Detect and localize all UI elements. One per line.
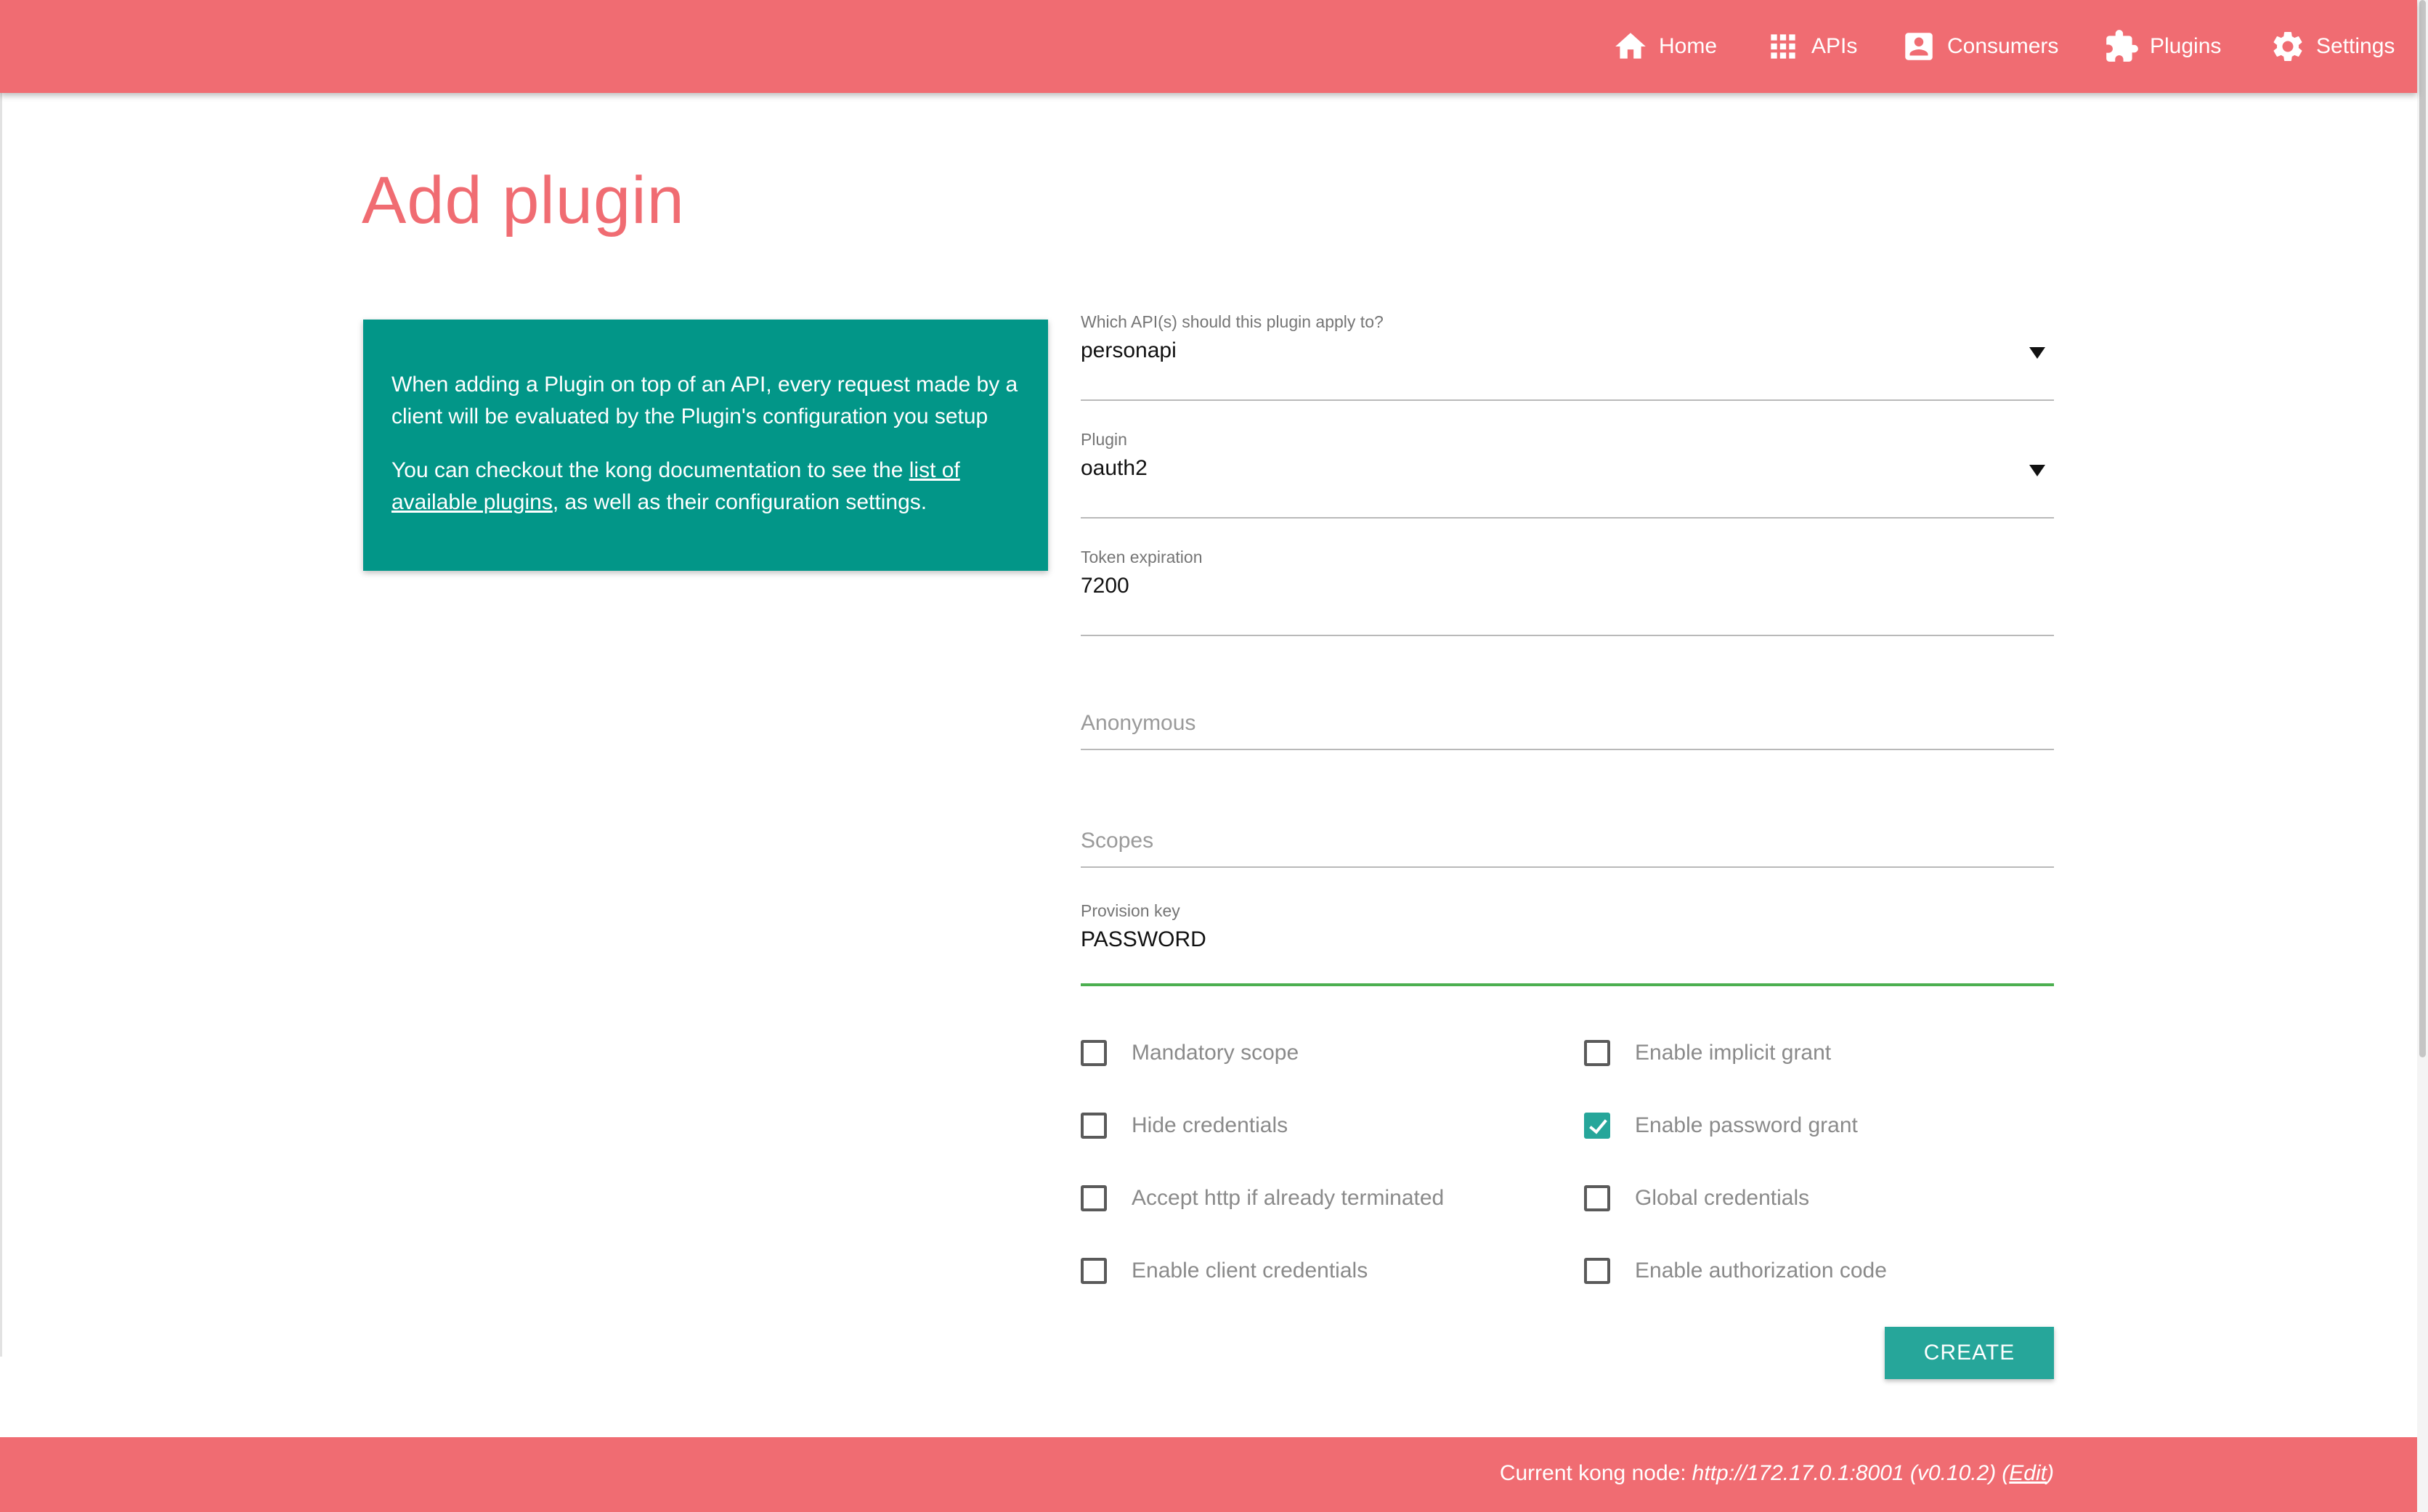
nav-apis-label: APIs — [1811, 34, 1858, 58]
account-box-icon — [1905, 33, 1933, 60]
footer-node-info: Current kong node: http://172.17.0.1:800… — [1500, 1461, 2054, 1486]
checkbox-enable-password-grant[interactable]: Enable password grant — [1584, 1110, 1858, 1142]
anonymous-field[interactable]: Anonymous — [1081, 662, 2054, 750]
checkbox-box[interactable] — [1081, 1040, 1107, 1066]
api-select-value: personapi — [1081, 338, 1177, 362]
info-paragraph-2-text: You can checkout the kong documentation … — [391, 458, 909, 482]
nav-settings[interactable]: Settings — [2270, 23, 2395, 70]
edit-node-link[interactable]: Edit — [2009, 1461, 2047, 1486]
create-button[interactable]: CREATE — [1885, 1327, 2054, 1379]
puzzle-icon — [2106, 30, 2138, 62]
gear-icon — [2273, 31, 2302, 61]
provision-key-field[interactable]: Provision key PASSWORD — [1081, 901, 2054, 986]
api-select[interactable]: Which API(s) should this plugin apply to… — [1081, 312, 2054, 401]
checkbox-enable-client-credentials[interactable]: Enable client credentials — [1081, 1255, 1368, 1287]
plugin-select-value: oauth2 — [1081, 456, 1148, 480]
checkbox-global-credentials[interactable]: Global credentials — [1584, 1182, 1809, 1214]
nav-home-label: Home — [1659, 34, 1718, 58]
checkbox-label: Mandatory scope — [1132, 1041, 1299, 1065]
checkbox-enable-authorization-code[interactable]: Enable authorization code — [1584, 1255, 1887, 1287]
checkbox-hide-credentials[interactable]: Hide credentials — [1081, 1110, 1288, 1142]
home-icon — [1615, 33, 1646, 59]
token-expiration-label: Token expiration — [1081, 548, 1203, 566]
checkbox-box[interactable] — [1081, 1258, 1107, 1284]
checkbox-label: Global credentials — [1635, 1186, 1810, 1210]
nav-apis[interactable]: APIs — [1765, 23, 1857, 70]
checkbox-label: Enable password grant — [1635, 1113, 1858, 1137]
checkbox-box[interactable] — [1584, 1040, 1610, 1066]
nav-consumers-label: Consumers — [1947, 34, 2059, 58]
checkbox-label: Enable authorization code — [1635, 1259, 1887, 1283]
token-expiration-field[interactable]: Token expiration 7200 — [1081, 548, 2054, 636]
footer-node-address: http://172.17.0.1:8001 (v0.10.2) — [1692, 1461, 1997, 1485]
info-paragraph-1: When adding a Plugin on top of an API, e… — [391, 373, 1018, 428]
scopes-field[interactable]: Scopes — [1081, 779, 2054, 868]
dropdown-arrow-icon[interactable] — [2029, 347, 2045, 359]
info-card: When adding a Plugin on top of an API, e… — [363, 320, 1048, 571]
checkbox-box-checked[interactable] — [1584, 1113, 1610, 1139]
anonymous-placeholder: Anonymous — [1081, 711, 1196, 735]
checkbox-label: Hide credentials — [1132, 1113, 1288, 1137]
nav-consumers[interactable]: Consumers — [1901, 23, 2058, 70]
checkbox-mandatory-scope[interactable]: Mandatory scope — [1081, 1037, 1299, 1069]
info-paragraph-2: You can checkout the kong documentation … — [391, 455, 1020, 519]
scopes-placeholder: Scopes — [1081, 829, 1154, 853]
plugin-select[interactable]: Plugin oauth2 — [1081, 430, 2054, 519]
nav-plugins[interactable]: Plugins — [2103, 23, 2221, 70]
page-title: Add plugin — [362, 163, 685, 237]
dropdown-arrow-icon[interactable] — [2029, 465, 2045, 476]
footer: Current kong node: http://172.17.0.1:800… — [0, 1437, 2417, 1512]
api-select-label: Which API(s) should this plugin apply to… — [1081, 312, 1384, 331]
checkbox-box[interactable] — [1081, 1113, 1107, 1139]
grid-icon — [1771, 34, 1795, 59]
token-expiration-value: 7200 — [1081, 574, 1129, 598]
checkbox-box[interactable] — [1081, 1185, 1107, 1211]
checkbox-label: Accept http if already terminated — [1132, 1186, 1445, 1210]
footer-prefix: Current kong node: — [1499, 1461, 1686, 1485]
provision-key-label: Provision key — [1081, 901, 1180, 920]
nav-settings-label: Settings — [2316, 34, 2395, 58]
info-paragraph-2-suffix: , as well as their configuration setting… — [552, 490, 927, 514]
plugin-select-label: Plugin — [1081, 430, 1127, 449]
footer-open-paren: ( — [2002, 1461, 2010, 1485]
checkbox-label: Enable client credentials — [1132, 1259, 1368, 1283]
provision-key-value: PASSWORD — [1081, 927, 1206, 951]
page-left-border — [0, 93, 2, 1357]
top-navbar: Home APIs Consumers Plugins Settings — [0, 0, 2417, 93]
nav-plugins-label: Plugins — [2150, 34, 2222, 58]
scrollbar-thumb[interactable] — [2419, 0, 2426, 1057]
nav-home[interactable]: Home — [1612, 23, 1717, 70]
footer-close-paren: ) — [2047, 1461, 2054, 1485]
checkbox-label: Enable implicit grant — [1635, 1041, 1832, 1065]
checkbox-box[interactable] — [1584, 1185, 1610, 1211]
checkbox-box[interactable] — [1584, 1258, 1610, 1284]
checkbox-enable-implicit-grant[interactable]: Enable implicit grant — [1584, 1037, 1831, 1069]
checkbox-accept-http[interactable]: Accept http if already terminated — [1081, 1182, 1444, 1214]
